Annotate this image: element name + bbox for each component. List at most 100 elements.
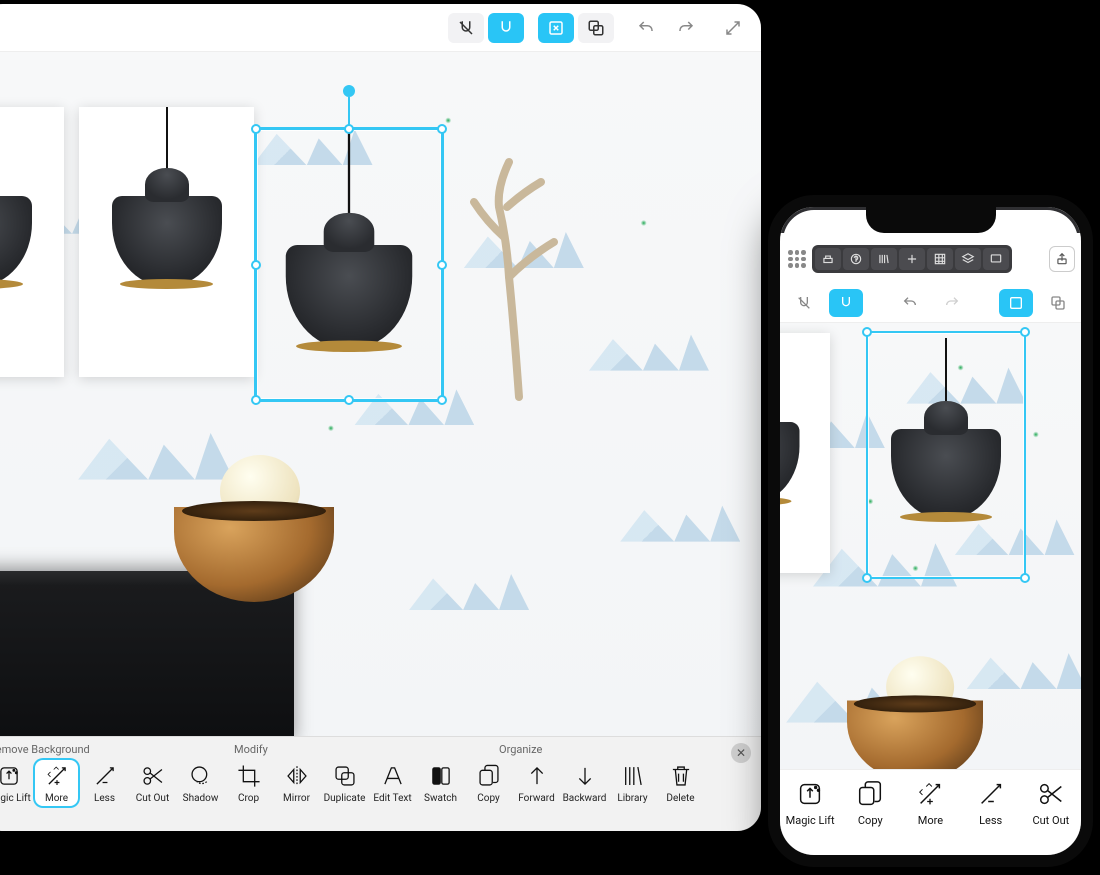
library-button[interactable]: Library (609, 758, 656, 808)
toolbar-item-label: Magic Lift (786, 814, 835, 827)
resize-handle[interactable] (1020, 327, 1030, 337)
lamp-card[interactable] (780, 333, 830, 573)
resize-handle[interactable] (437, 260, 447, 270)
lamp-card-1[interactable] (0, 107, 64, 377)
delete-icon (667, 762, 695, 790)
bounding-box-button[interactable] (538, 13, 574, 43)
selection-box[interactable] (866, 331, 1026, 579)
duplicate-button[interactable]: Duplicate (321, 758, 368, 808)
group-button[interactable] (1041, 289, 1075, 317)
cutout-icon (1033, 776, 1069, 812)
toolbar-item-label: Magic Lift (0, 793, 31, 804)
resize-handle[interactable] (862, 327, 872, 337)
delete-button[interactable]: Delete (657, 758, 704, 808)
toolbar-item-label: Crop (238, 793, 259, 804)
backward-button[interactable]: Backward (561, 758, 608, 808)
shadow-button[interactable]: Shadow (177, 758, 224, 808)
magnet-off-button[interactable] (787, 289, 821, 317)
antler-decor (459, 147, 579, 407)
toolbar-item-label: Swatch (424, 793, 457, 804)
magnet-on-button[interactable] (829, 289, 863, 317)
phone-device: Magic Lift Copy More Less Cut Out (768, 195, 1093, 867)
copy-icon (475, 762, 503, 790)
library-icon[interactable] (871, 248, 897, 270)
resize-handle[interactable] (251, 260, 261, 270)
mirror-button[interactable]: Mirror (273, 758, 320, 808)
less-button[interactable]: Less (81, 758, 128, 808)
toolbar-item-label: More (45, 793, 68, 804)
less-icon (973, 776, 1009, 812)
fullscreen-button[interactable] (715, 13, 751, 43)
magiclift-button[interactable]: Magic Lift (0, 758, 32, 808)
more-button[interactable]: More (33, 758, 80, 808)
bounding-box-button[interactable] (999, 289, 1033, 317)
cutout-button[interactable]: Cut Out (1022, 776, 1080, 827)
less-icon (91, 762, 119, 790)
redo-button[interactable] (935, 289, 969, 317)
furniture-icon[interactable] (815, 248, 841, 270)
resize-handle[interactable] (437, 395, 447, 405)
toolbar-item-label: Less (979, 814, 1002, 827)
magnet-off-button[interactable] (448, 13, 484, 43)
magiclift-button[interactable]: Magic Lift (781, 776, 839, 827)
forward-button[interactable]: Forward (513, 758, 560, 808)
swatch-button[interactable]: Swatch (417, 758, 464, 808)
toolbar-item-label: Library (617, 793, 647, 804)
toolbar-item-label: Forward (518, 793, 555, 804)
group-button[interactable] (578, 13, 614, 43)
more-icon (43, 762, 71, 790)
rotate-handle[interactable] (343, 85, 355, 97)
phone-top-toolbar (780, 233, 1081, 283)
backward-icon (571, 762, 599, 790)
resize-handle[interactable] (1020, 573, 1030, 583)
phone-notch (866, 207, 996, 233)
selected-lamp[interactable] (881, 338, 1011, 519)
bowl-decor (174, 497, 334, 617)
magnet-on-button[interactable] (488, 13, 524, 43)
toolbar-item-label: Backward (563, 793, 607, 804)
grid-icon[interactable] (927, 248, 953, 270)
toolbar-item-label: More (918, 814, 943, 827)
toolbar-item-label: Less (94, 793, 115, 804)
resize-handle[interactable] (344, 395, 354, 405)
phone-bottom-toolbar: Magic Lift Copy More Less Cut Out (780, 769, 1081, 855)
share-button[interactable] (1049, 246, 1075, 272)
phone-canvas[interactable] (780, 323, 1081, 769)
add-icon[interactable] (899, 248, 925, 270)
layers-icon[interactable] (955, 248, 981, 270)
resize-handle[interactable] (862, 573, 872, 583)
copy-button[interactable]: Copy (465, 758, 512, 808)
selected-lamp[interactable] (274, 125, 424, 348)
magiclift-icon (792, 776, 828, 812)
resize-handle[interactable] (251, 124, 261, 134)
less-button[interactable]: Less (962, 776, 1020, 827)
apps-grid-icon[interactable] (786, 248, 808, 270)
tablet-top-toolbar (0, 4, 761, 52)
more-icon (912, 776, 948, 812)
crop-button[interactable]: Crop (225, 758, 272, 808)
selection-box[interactable] (254, 127, 444, 402)
tablet-canvas[interactable] (0, 52, 761, 736)
more-button[interactable]: More (901, 776, 959, 827)
resize-handle[interactable] (251, 395, 261, 405)
redo-button[interactable] (668, 13, 704, 43)
duplicate-icon (331, 762, 359, 790)
resize-handle[interactable] (344, 124, 354, 134)
toolbar-item-label: Shadow (183, 793, 219, 804)
toolbar-item-label: Cut Out (136, 793, 169, 804)
tablet-device: ✕ Remove Background Modify Organize Magi… (0, 0, 775, 845)
screen-icon[interactable] (983, 248, 1009, 270)
resize-handle[interactable] (437, 124, 447, 134)
toolbar-item-label: Delete (666, 793, 694, 804)
undo-button[interactable] (893, 289, 927, 317)
undo-button[interactable] (628, 13, 664, 43)
edittext-button[interactable]: Edit Text (369, 758, 416, 808)
lamp-card-2[interactable] (79, 107, 254, 377)
toolbar-item-label: Duplicate (324, 793, 366, 804)
cutout-button[interactable]: Cut Out (129, 758, 176, 808)
copy-button[interactable]: Copy (841, 776, 899, 827)
section-label-organize: Organize (499, 743, 751, 756)
library-icon (619, 762, 647, 790)
pinterest-icon[interactable] (843, 248, 869, 270)
close-toolbar-button[interactable]: ✕ (731, 743, 751, 763)
